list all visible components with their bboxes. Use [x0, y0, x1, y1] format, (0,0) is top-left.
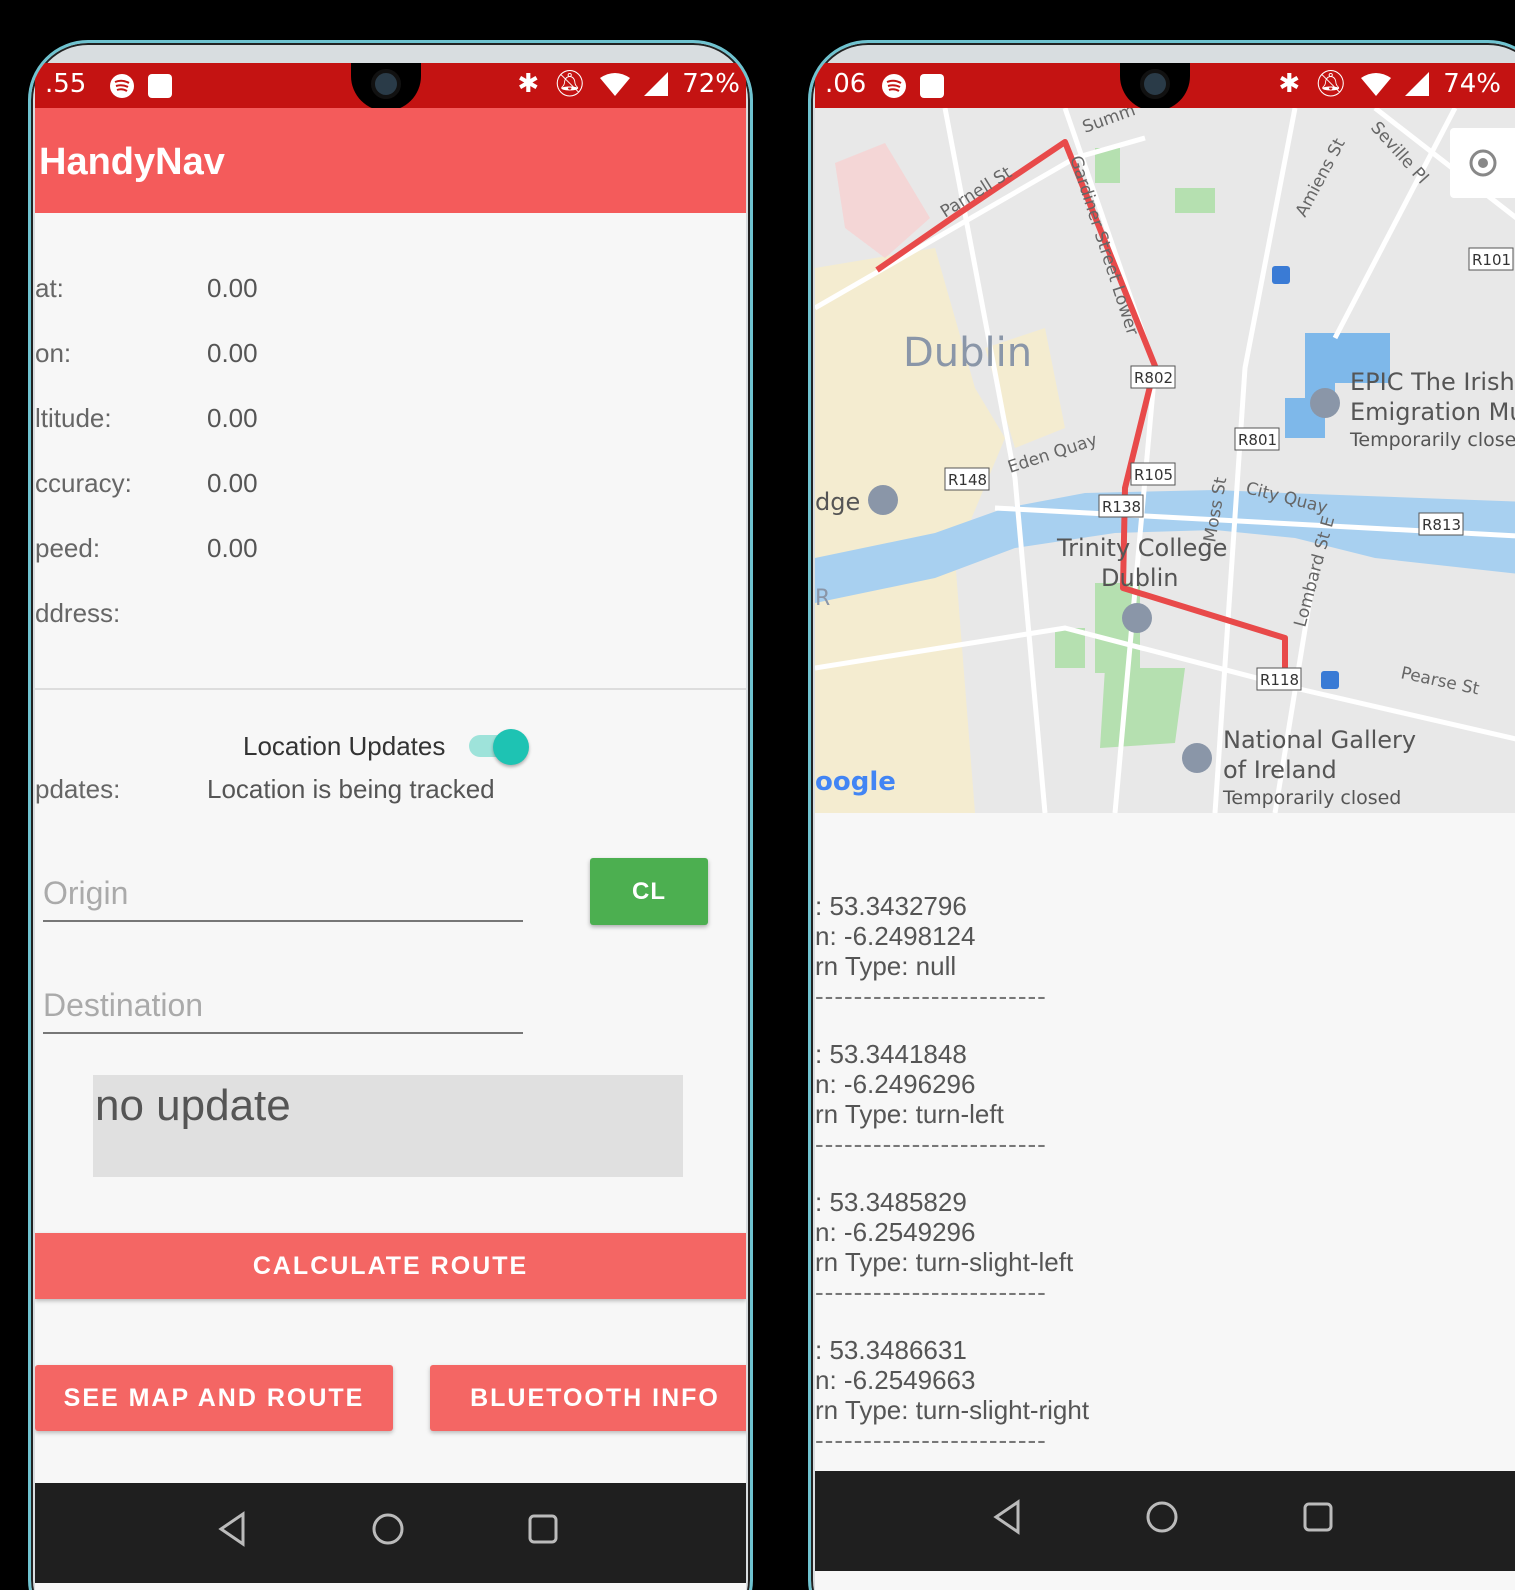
clear-button[interactable]: CL: [590, 858, 708, 925]
battery-level: 74%: [1443, 69, 1501, 99]
right-screen: .06 ✱ 🔕︎ 74% R802 R801 R148 R105 R138 R8…: [815, 63, 1515, 1590]
route-map[interactable]: R802 R801 R148 R105 R138 R813 R118 R101 …: [815, 108, 1515, 813]
route-step: : 53.3486631 n: -6.2549663 rn Type: turn…: [815, 1335, 1089, 1455]
info-label: ccuracy:: [35, 468, 132, 498]
road-label: R101: [1472, 251, 1511, 269]
map-edge-label: R: [815, 586, 830, 611]
bluetooth-icon: ✱: [517, 69, 540, 99]
updates-label: pdates:: [35, 774, 121, 804]
notification-square-icon: [148, 74, 172, 98]
road-label: R148: [948, 471, 987, 489]
info-value: 0.00: [207, 468, 258, 498]
calculate-route-button[interactable]: CALCULATE ROUTE: [35, 1233, 746, 1299]
updates-status: Location is being tracked: [207, 774, 495, 804]
origin-input[interactable]: Origin: [43, 875, 523, 922]
system-nav-bar: [815, 1471, 1515, 1571]
spotify-icon: [110, 74, 134, 98]
step-type: rn Type: turn-slight-right: [815, 1395, 1090, 1425]
route-step: : 53.3432796 n: -6.2498124 rn Type: null…: [815, 891, 1047, 1011]
wifi-icon: [1361, 73, 1392, 96]
spotify-icon: [882, 74, 906, 98]
step-type: rn Type: turn-slight-left: [815, 1247, 1074, 1277]
app-title: HandyNav: [39, 141, 225, 183]
step-lng: n: -6.2549296: [815, 1217, 976, 1247]
step-lat: : 53.3486631: [815, 1335, 967, 1365]
place-note: Temporarily closed: [1222, 787, 1401, 809]
wifi-icon: [600, 73, 631, 96]
status-time: .55: [45, 69, 87, 99]
road-label: R118: [1260, 671, 1299, 689]
info-value: 0.00: [207, 338, 258, 368]
info-value: 0.00: [207, 403, 258, 433]
step-separator: ------------------------: [815, 1277, 1047, 1307]
step-lng: n: -6.2496296: [815, 1069, 976, 1099]
battery-level: 72%: [682, 69, 740, 99]
bluetooth-icon: ✱: [1278, 69, 1301, 99]
mute-icon: 🔕︎: [553, 69, 587, 99]
map-canvas: R802 R801 R148 R105 R138 R813 R118 R101 …: [815, 108, 1515, 813]
signal-icon: [644, 72, 669, 96]
road-label: R802: [1134, 369, 1173, 387]
destination-input[interactable]: Destination: [43, 987, 523, 1034]
place-label: EPIC The Irish: [1350, 368, 1515, 396]
front-camera: [1140, 69, 1170, 99]
info-label: ddress:: [35, 598, 121, 628]
city-label: Dublin: [903, 330, 1032, 376]
step-separator: ------------------------: [815, 1425, 1047, 1455]
notification-square-icon: [920, 74, 944, 98]
info-label: peed:: [35, 533, 101, 563]
home-icon[interactable]: [1142, 1497, 1182, 1537]
info-value: 0.00: [207, 273, 258, 303]
road-label: R801: [1238, 431, 1277, 449]
mute-icon: 🔕︎: [1314, 69, 1348, 99]
recents-icon[interactable]: [523, 1509, 563, 1549]
place-label: Dublin: [1101, 564, 1178, 592]
info-label: ltitude:: [35, 403, 112, 433]
left-phone: .55 ✱ 🔕︎ 72% HandyNav at: 0.00 on: 0.00 …: [28, 40, 753, 1590]
divider: [35, 688, 746, 690]
step-lng: n: -6.2498124: [815, 921, 976, 951]
info-value: 0.00: [207, 533, 258, 563]
signal-icon: [1405, 72, 1430, 96]
right-phone: .06 ✱ 🔕︎ 74% R802 R801 R148 R105 R138 R8…: [808, 40, 1515, 1590]
step-separator: ------------------------: [815, 1129, 1047, 1159]
place-note: Temporarily close: [1349, 429, 1515, 451]
step-separator: ------------------------: [815, 981, 1047, 1011]
location-updates-toggle[interactable]: [469, 729, 529, 765]
navigation-update-box: no update: [93, 1075, 683, 1177]
back-icon[interactable]: [988, 1497, 1028, 1537]
system-nav-bar: [35, 1483, 746, 1583]
map-edge-label: dge: [815, 488, 860, 516]
step-lng: n: -6.2549663: [815, 1365, 976, 1395]
place-label: of Ireland: [1223, 756, 1337, 784]
google-logo: oogle: [815, 767, 896, 797]
recents-icon[interactable]: [1298, 1497, 1338, 1537]
info-label: on:: [35, 338, 72, 368]
step-type: rn Type: turn-left: [815, 1099, 1004, 1129]
place-label: National Gallery: [1223, 726, 1416, 754]
route-step: : 53.3441848 n: -6.2496296 rn Type: turn…: [815, 1039, 1047, 1159]
status-right: ✱ 🔕︎ 74%: [1278, 69, 1501, 99]
step-lat: : 53.3432796: [815, 891, 967, 921]
status-right: ✱ 🔕︎ 72%: [517, 69, 740, 99]
step-lat: : 53.3485829: [815, 1187, 967, 1217]
road-label: R105: [1134, 466, 1173, 484]
location-updates-label: Location Updates: [243, 731, 446, 761]
place-label: Emigration Mu: [1350, 398, 1515, 426]
route-step: : 53.3485829 n: -6.2549296 rn Type: turn…: [815, 1187, 1073, 1307]
home-icon[interactable]: [368, 1509, 408, 1549]
see-map-button[interactable]: SEE MAP AND ROUTE: [35, 1365, 393, 1431]
road-label: R813: [1422, 516, 1461, 534]
road-label: R138: [1102, 498, 1141, 516]
toggle-knob: [493, 729, 529, 765]
status-time: .06: [825, 69, 867, 99]
step-type: rn Type: null: [815, 951, 957, 981]
front-camera: [371, 69, 401, 99]
place-label: Trinity College: [1056, 534, 1227, 562]
back-icon[interactable]: [213, 1509, 253, 1549]
left-screen: .55 ✱ 🔕︎ 72% HandyNav at: 0.00 on: 0.00 …: [35, 63, 746, 1590]
info-label: at:: [35, 273, 64, 303]
bluetooth-info-button[interactable]: BLUETOOTH INFO: [430, 1365, 746, 1431]
step-lat: : 53.3441848: [815, 1039, 967, 1069]
